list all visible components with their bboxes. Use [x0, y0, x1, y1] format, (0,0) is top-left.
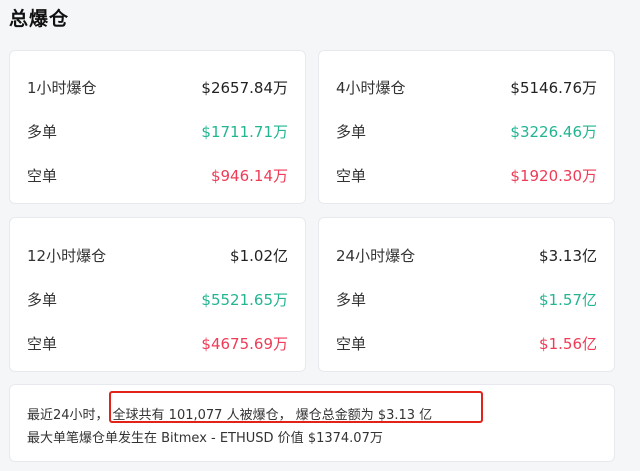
short-label: 空单: [336, 166, 367, 185]
long-value: $1.57亿: [539, 290, 597, 309]
long-value: $1711.71万: [201, 122, 288, 141]
long-row: 多单 $1711.71万: [27, 119, 288, 143]
short-label: 空单: [336, 334, 367, 353]
short-row: 空单 $4675.69万: [27, 331, 288, 355]
liquidation-card-4h: 4小时爆仓 $5146.76万 多单 $3226.46万 空单 $1920.30…: [318, 50, 615, 204]
short-value: $1.56亿: [539, 334, 597, 353]
long-row: 多单 $5521.65万: [27, 287, 288, 311]
long-value: $5521.65万: [201, 290, 288, 309]
short-value: $1920.30万: [510, 166, 597, 185]
short-row: 空单 $1920.30万: [336, 163, 597, 187]
long-label: 多单: [27, 122, 58, 141]
period-label: 12小时爆仓: [27, 246, 107, 265]
period-label: 24小时爆仓: [336, 246, 416, 265]
short-row: 空单 $1.56亿: [336, 331, 597, 355]
total-row: 24小时爆仓 $3.13亿: [336, 243, 597, 267]
liquidation-card-12h: 12小时爆仓 $1.02亿 多单 $5521.65万 空单 $4675.69万: [9, 217, 306, 372]
highlight-annotation-box: [109, 391, 483, 423]
liquidation-card-24h: 24小时爆仓 $3.13亿 多单 $1.57亿 空单 $1.56亿: [318, 217, 615, 372]
period-label: 4小时爆仓: [336, 78, 406, 97]
total-row: 12小时爆仓 $1.02亿: [27, 243, 288, 267]
short-label: 空单: [27, 334, 58, 353]
total-value: $1.02亿: [230, 246, 288, 265]
long-value: $3226.46万: [510, 122, 597, 141]
summary-prefix: 最近24小时，: [27, 408, 109, 423]
short-value: $946.14万: [210, 166, 288, 185]
total-value: $5146.76万: [510, 78, 597, 97]
total-value: $3.13亿: [539, 246, 597, 265]
short-value: $4675.69万: [201, 334, 288, 353]
page-title: 总爆仓: [9, 8, 70, 30]
long-row: 多单 $1.57亿: [336, 287, 597, 311]
summary-line-2: 最大单笔爆仓单发生在 Bitmex - ETHUSD 价值 $1374.07万: [27, 431, 383, 446]
liquidation-card-1h: 1小时爆仓 $2657.84万 多单 $1711.71万 空单 $946.14万: [9, 50, 306, 204]
liquidation-page: 总爆仓 1小时爆仓 $2657.84万 多单 $1711.71万 空单 $946…: [0, 0, 640, 471]
long-label: 多单: [336, 290, 367, 309]
long-row: 多单 $3226.46万: [336, 119, 597, 143]
short-label: 空单: [27, 166, 58, 185]
long-label: 多单: [336, 122, 367, 141]
total-row: 1小时爆仓 $2657.84万: [27, 75, 288, 99]
total-row: 4小时爆仓 $5146.76万: [336, 75, 597, 99]
total-value: $2657.84万: [201, 78, 288, 97]
long-label: 多单: [27, 290, 58, 309]
period-label: 1小时爆仓: [27, 78, 97, 97]
short-row: 空单 $946.14万: [27, 163, 288, 187]
